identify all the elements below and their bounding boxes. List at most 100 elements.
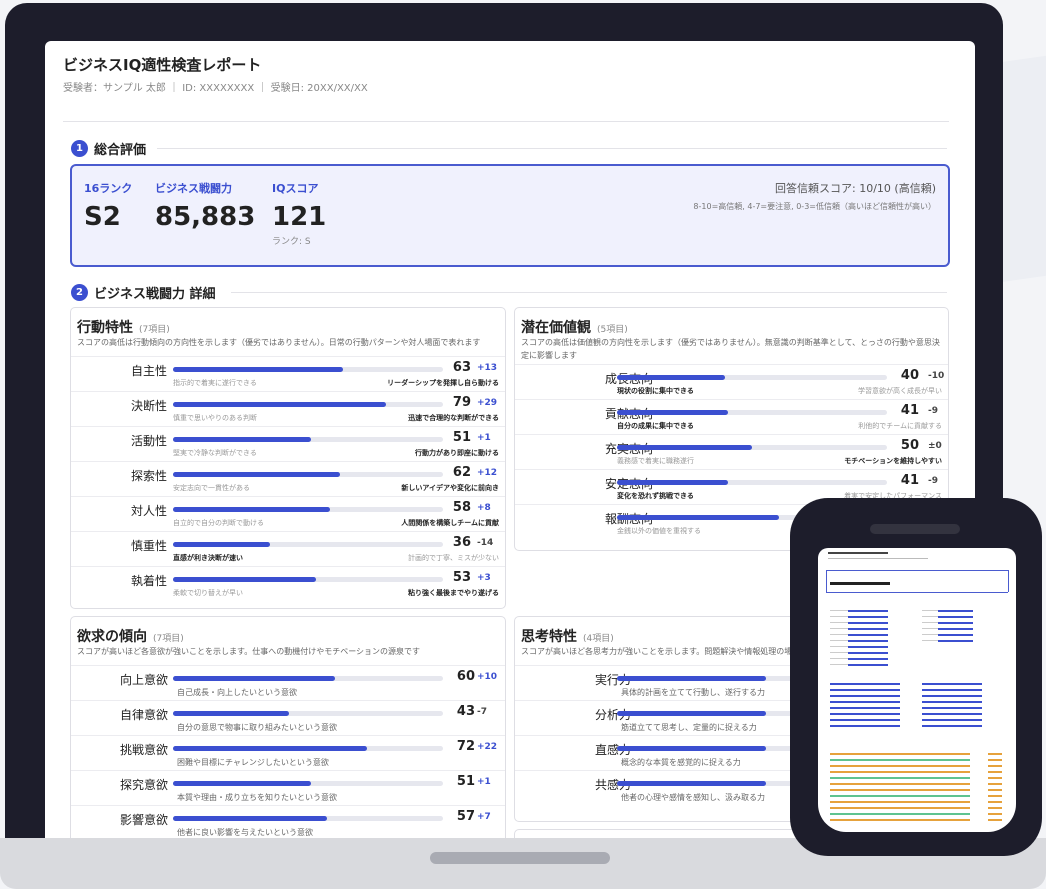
score-bar-fill [617, 711, 766, 716]
trait-diff: +10 [477, 672, 498, 682]
trait-name: 活動性 [130, 434, 167, 448]
trait-score: 50 [900, 438, 919, 453]
score-bar-fill [173, 816, 327, 821]
thumbnail-line [830, 783, 970, 785]
trait-row: 対人性 58 +8 自立的で自分の判断で動ける 人間関係を構築しチームに貢献 [71, 496, 505, 531]
thumbnail-line [830, 765, 970, 767]
trait-row: 自主性 63 +13 指示的で着実に遂行できる リーダーシップを発揮し自ら動ける [71, 356, 505, 391]
trait-diff: +22 [477, 742, 498, 752]
right-descriptor: 行動力があり即座に動ける [415, 449, 499, 457]
score-bar-fill [173, 746, 368, 751]
thumbnail-line [922, 725, 982, 727]
card-title-text: 欲求の傾向 [77, 629, 147, 645]
trait-score: 51 [452, 430, 471, 445]
thumbnail-line [938, 634, 973, 636]
iq-label: IQスコア [272, 182, 319, 195]
trait-diff: ±0 [928, 441, 942, 451]
score-bar-fill [617, 515, 779, 520]
trait-diff: -9 [928, 476, 938, 486]
thumbnail-line [988, 777, 1002, 779]
thumbnail-line [828, 552, 888, 554]
trackpad-notch [430, 852, 610, 864]
section-title: ビジネス戦闘力 詳細 [94, 287, 216, 302]
trait-score: 53 [452, 570, 471, 585]
iq-rank: ランク: S [272, 237, 311, 247]
rank16-metric: 16ランク S2 [84, 180, 132, 232]
trait-score: 36 [452, 535, 471, 550]
power-label: ビジネス戦闘力 [155, 182, 232, 195]
thumbnail-line [848, 658, 888, 660]
score-bar [173, 781, 443, 786]
right-descriptor: 新しいアイデアや変化に前向き [401, 484, 499, 492]
section-rule [231, 292, 947, 293]
trait-name: 挑戦意欲 [119, 743, 168, 757]
rank16-label: 16ランク [84, 182, 133, 195]
trait-score: 43 [456, 704, 475, 719]
trait-caption: 概念的な本質を感覚的に捉える力 [621, 758, 741, 767]
thumbnail-line [828, 558, 928, 559]
reliability-score: 回答信頼スコア: 10/10 (高信頼) [775, 182, 936, 195]
behavior-card: 行動特性 (7項目) スコアの高低は行動傾向の方向性を示します（優劣ではありません… [70, 307, 506, 609]
thumbnail-line [830, 695, 900, 697]
thumbnail-line [848, 634, 888, 636]
score-bar-fill [617, 480, 728, 485]
trait-diff: -7 [477, 707, 487, 717]
power-value: 85,883 [155, 202, 256, 232]
left-descriptor: 自分の成果に集中できる [617, 422, 694, 430]
thumbnail-line [848, 622, 888, 624]
trait-diff: +3 [477, 573, 491, 583]
reliability-block: 回答信頼スコア: 10/10 (高信頼) 8-10=高信頼, 4-7=要注意, … [693, 180, 936, 212]
trait-score: 41 [900, 473, 919, 488]
card-count: (7項目) [153, 634, 184, 644]
score-bar [173, 507, 443, 512]
thumbnail-line [1008, 570, 1009, 592]
score-bar [617, 480, 887, 485]
thumbnail-line [830, 789, 970, 791]
thumbnail-line [830, 725, 900, 727]
phone-notch [870, 524, 960, 534]
iq-metric: IQスコア 121 ランク: S [272, 180, 326, 247]
thumbnail-line [938, 640, 973, 642]
score-bar-fill [173, 542, 271, 547]
thumbnail-line [830, 777, 970, 779]
thumbnail-line [938, 610, 973, 612]
right-descriptor: モチベーションを維持しやすい [844, 457, 942, 465]
trait-name: 自律意欲 [119, 708, 168, 722]
trait-diff: +13 [477, 363, 498, 373]
thumbnail-line [848, 616, 888, 618]
score-bar [617, 410, 887, 415]
trait-name: 執着性 [130, 574, 167, 588]
thumbnail-line [938, 628, 973, 630]
thumbnail-line [988, 783, 1002, 785]
thumbnail-line [830, 582, 890, 585]
thumbnail-line [848, 610, 888, 612]
thumbnail-line [830, 801, 970, 803]
score-bar-fill [173, 367, 344, 372]
trait-caption: 自分の意思で物事に取り組みたいという意欲 [177, 723, 337, 732]
card-title-text: 行動特性 [77, 320, 133, 336]
trait-row: 挑戦意欲 72 +22 困難や目標にチャレンジしたいという意欲 [71, 735, 505, 770]
score-bar [173, 816, 443, 821]
score-bar-fill [617, 781, 766, 786]
section-detail-heading: 2 ビジネス戦闘力 詳細 [71, 283, 947, 302]
thumbnail-line [830, 707, 900, 709]
trait-row: 向上意欲 60 +10 自己成長・向上したいという意欲 [71, 665, 505, 700]
trait-caption: 他者に良い影響を与えたいという意欲 [177, 828, 313, 837]
score-bar-fill [617, 445, 752, 450]
trait-name: 対人性 [130, 504, 167, 518]
thumbnail-line [848, 640, 888, 642]
thumbnail-line [830, 713, 900, 715]
left-descriptor: 自立的で自分の判断で動ける [173, 519, 264, 527]
trait-diff: +12 [477, 468, 498, 478]
rank16-value: S2 [84, 202, 121, 232]
thumbnail-line [826, 592, 1008, 593]
trait-row: 探索性 62 +12 安定志向で一貫性がある 新しいアイデアや変化に前向き [71, 461, 505, 496]
thumbnail-line [848, 628, 888, 630]
thumbnail-line [826, 570, 1008, 571]
thumbnail-line [988, 771, 1002, 773]
card-description: スコアが高いほど各意欲が強いことを示します。仕事への動機付けやモチベーションの源… [77, 647, 421, 656]
score-bar-fill [173, 781, 311, 786]
trait-row: 執着性 53 +3 柔軟で切り替えが早い 粘り強く最後までやり遂げる [71, 566, 505, 601]
thumbnail-line [988, 759, 1002, 761]
thumbnail-line [988, 795, 1002, 797]
